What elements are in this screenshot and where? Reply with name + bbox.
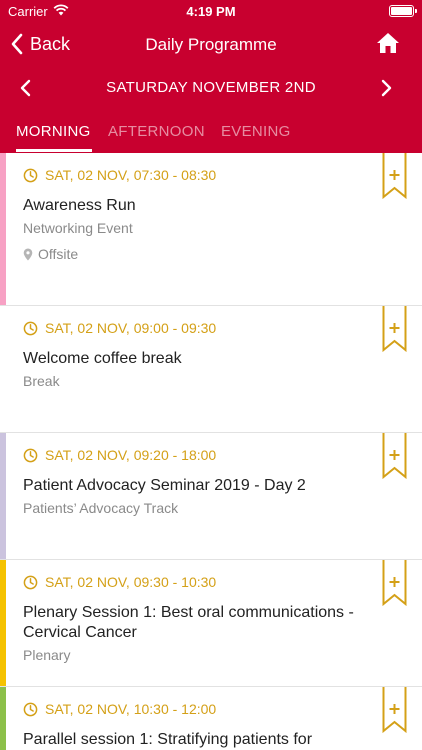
event-time-label: SAT, 02 NOV, 09:30 - 10:30 bbox=[45, 574, 217, 590]
event-time: SAT, 02 NOV, 07:30 - 08:30 bbox=[23, 167, 216, 183]
event-title: Awareness Run bbox=[23, 197, 136, 214]
date-selector: SATURDAY NOVEMBER 2ND bbox=[0, 70, 422, 106]
tab-afternoon[interactable]: AFTERNOON bbox=[108, 123, 205, 140]
battery-icon bbox=[389, 5, 417, 17]
event-time-label: SAT, 02 NOV, 09:20 - 18:00 bbox=[45, 447, 217, 463]
location-pin-icon bbox=[23, 248, 33, 260]
track-color-stripe bbox=[0, 153, 6, 305]
event-time-label: SAT, 02 NOV, 07:30 - 08:30 bbox=[45, 167, 217, 183]
event-location: Offsite bbox=[23, 246, 78, 262]
event-card[interactable]: SAT, 02 NOV, 09:30 - 10:30 Plenary Sessi… bbox=[0, 560, 422, 687]
event-time: SAT, 02 NOV, 10:30 - 12:00 bbox=[23, 701, 216, 717]
page-title: Daily Programme bbox=[145, 35, 277, 54]
event-card[interactable]: SAT, 02 NOV, 09:00 - 09:30 Welcome coffe… bbox=[0, 306, 422, 433]
track-color-stripe bbox=[0, 433, 6, 559]
event-time-label: SAT, 02 NOV, 09:00 - 09:30 bbox=[45, 320, 217, 336]
date-label: SATURDAY NOVEMBER 2ND bbox=[106, 79, 316, 96]
event-title: Plenary Session 1: Best oral communicati… bbox=[23, 604, 354, 641]
add-to-agenda-bookmark-icon[interactable] bbox=[382, 560, 407, 606]
event-title: Parallel session 1: Stratifying patients… bbox=[23, 731, 313, 748]
status-bar: Carrier 4:19 PM bbox=[0, 0, 422, 22]
clock-icon bbox=[23, 575, 38, 589]
tab-active-indicator bbox=[16, 149, 92, 152]
tab-morning[interactable]: MORNING bbox=[16, 123, 91, 140]
event-track: Networking Event bbox=[23, 220, 133, 236]
clock-icon bbox=[23, 321, 38, 335]
status-time: 4:19 PM bbox=[186, 4, 236, 19]
add-to-agenda-bookmark-icon[interactable] bbox=[382, 306, 407, 352]
event-card[interactable]: SAT, 02 NOV, 10:30 - 12:00 Parallel sess… bbox=[0, 687, 422, 750]
event-track: Patients’ Advocacy Track bbox=[23, 500, 179, 516]
event-location-label: Offsite bbox=[38, 246, 79, 262]
event-time-label: SAT, 02 NOV, 10:30 - 12:00 bbox=[45, 701, 217, 717]
event-track: Plenary bbox=[23, 647, 71, 663]
event-time: SAT, 02 NOV, 09:20 - 18:00 bbox=[23, 447, 216, 463]
event-time: SAT, 02 NOV, 09:30 - 10:30 bbox=[23, 574, 216, 590]
event-title: Welcome coffee break bbox=[23, 350, 182, 367]
time-of-day-tabs: MORNING AFTERNOON EVENING bbox=[0, 120, 422, 153]
event-time: SAT, 02 NOV, 09:00 - 09:30 bbox=[23, 320, 216, 336]
add-to-agenda-bookmark-icon[interactable] bbox=[382, 687, 407, 733]
navigation-bar: Back Daily Programme bbox=[0, 22, 422, 66]
clock-icon bbox=[23, 448, 38, 462]
event-track: Break bbox=[23, 373, 60, 389]
clock-icon bbox=[23, 702, 38, 716]
app-header: Carrier 4:19 PM Back Daily Programme SAT… bbox=[0, 0, 422, 153]
tab-evening[interactable]: EVENING bbox=[221, 123, 291, 140]
add-to-agenda-bookmark-icon[interactable] bbox=[382, 433, 407, 479]
event-title: Patient Advocacy Seminar 2019 - Day 2 bbox=[23, 477, 306, 494]
next-day-icon[interactable] bbox=[378, 78, 394, 98]
add-to-agenda-bookmark-icon[interactable] bbox=[382, 153, 407, 199]
clock-icon bbox=[23, 168, 38, 182]
event-card[interactable]: SAT, 02 NOV, 09:20 - 18:00 Patient Advoc… bbox=[0, 433, 422, 560]
event-card[interactable]: SAT, 02 NOV, 07:30 - 08:30 Awareness Run… bbox=[0, 153, 422, 306]
track-color-stripe bbox=[0, 560, 6, 686]
track-color-stripe bbox=[0, 687, 6, 750]
home-icon[interactable] bbox=[376, 32, 400, 54]
